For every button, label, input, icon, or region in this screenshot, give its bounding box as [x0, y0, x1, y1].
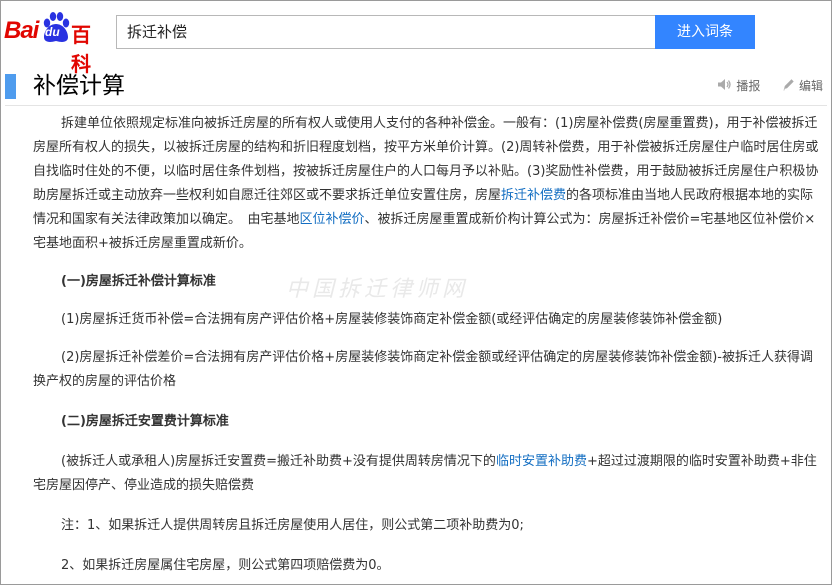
subheading-compensation-standard: (一)房屋拆迁补偿计算标准: [61, 274, 216, 289]
article-content: 拆建单位依照规定标准向被拆迁房屋的所有权人或使用人支付的各种补偿金。一般有：(1…: [33, 112, 825, 578]
enter-entry-button[interactable]: 进入词条: [655, 15, 755, 49]
logo-baike-text: 百科: [71, 25, 91, 76]
section-divider: [5, 105, 827, 106]
subheading-resettlement-standard: (二)房屋拆迁安置费计算标准: [61, 414, 229, 429]
link-demolition-compensation[interactable]: 拆迁补偿费: [501, 188, 566, 203]
paragraph-cash-compensation: (1)房屋拆迁货币补偿=合法拥有房产评估价格+房屋装修装饰商定补偿金额(或经评估…: [61, 312, 723, 327]
baidu-baike-logo[interactable]: Bai du 百科: [4, 11, 106, 76]
logo-bai-text: Bai: [4, 17, 39, 44]
link-location-compensation-price[interactable]: 区位补偿价: [300, 212, 365, 227]
broadcast-button[interactable]: 播报: [717, 76, 760, 95]
paragraph-price-difference: (2)房屋拆迁补偿差价=合法拥有房产评估价格+房屋装修装饰商定补偿金额或经评估确…: [33, 350, 813, 389]
edit-button[interactable]: 编辑: [782, 76, 823, 95]
section-title: 补偿计算: [33, 73, 125, 99]
search-input[interactable]: 拆迁补偿: [116, 15, 656, 49]
pencil-icon: [783, 79, 794, 91]
section-accent-bar: [5, 74, 16, 99]
speaker-icon: [718, 79, 731, 91]
broadcast-label: 播报: [736, 78, 761, 93]
paragraph-intro: 拆建单位依照规定标准向被拆迁房屋的所有权人或使用人支付的各种补偿金。一般有：(1…: [33, 116, 819, 251]
note-2: 2、如果拆迁房屋属住宅房屋，则公式第四项赔偿费为0。: [61, 558, 390, 573]
edit-label: 编辑: [798, 78, 823, 93]
link-temporary-resettlement-subsidy[interactable]: 临时安置补助费: [496, 454, 587, 469]
section-tools: 播报 编辑: [717, 76, 823, 95]
paragraph-resettlement-fee: (被拆迁人或承租人)房屋拆迁安置费=搬迁补助费+没有提供周转房情况下的临时安置补…: [33, 454, 817, 493]
logo-du-text: du: [45, 25, 60, 39]
header: Bai du 百科 拆迁补偿 进入词条: [1, 1, 831, 76]
note-1: 注：1、如果拆迁人提供周转房且拆迁房屋使用人居住，则公式第二项补助费为0;: [61, 518, 524, 533]
